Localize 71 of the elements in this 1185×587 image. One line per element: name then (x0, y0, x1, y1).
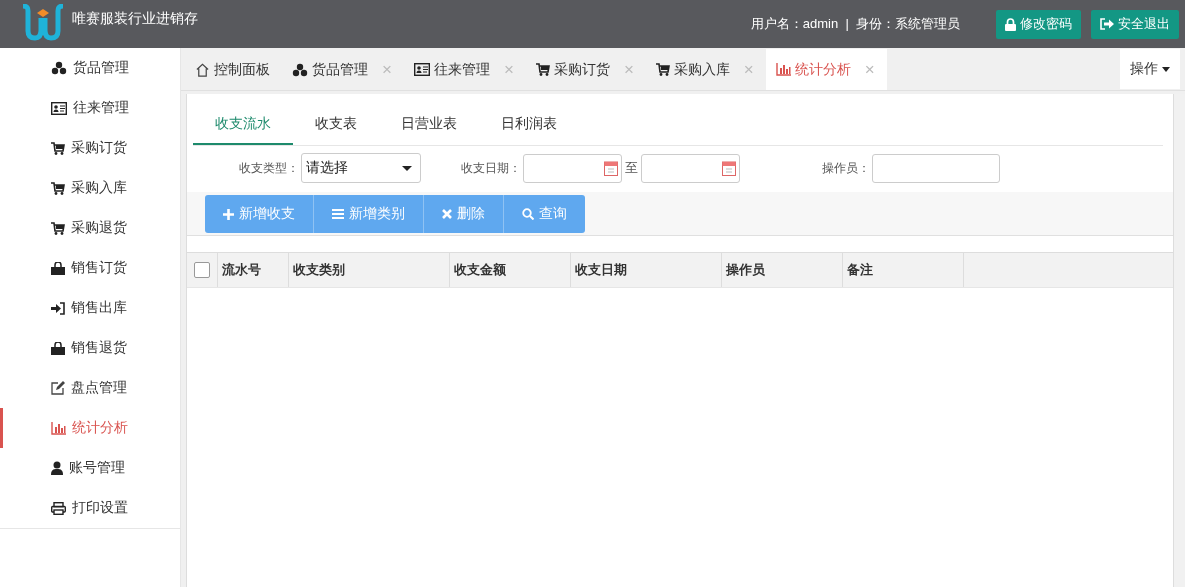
lock-icon (1005, 17, 1016, 31)
sub-tab[interactable]: 收支表 (293, 102, 379, 145)
sub-tab[interactable]: 收支流水 (193, 102, 293, 145)
sub-tab[interactable]: 日利润表 (479, 102, 579, 145)
sidebar-item[interactable]: 销售订货 (0, 248, 180, 288)
field-label: 收支类型： (239, 159, 299, 177)
range-separator: 至 (625, 159, 638, 177)
shopping-bag-icon (51, 341, 65, 355)
start-date-field[interactable] (523, 153, 622, 183)
id-card-icon (413, 63, 430, 76)
column-header: 操作员 (721, 253, 843, 287)
id-card-icon (51, 101, 67, 115)
sidebar-item[interactable]: 销售出库 (0, 288, 180, 328)
operator-field[interactable] (872, 153, 1000, 183)
bar-chart-icon (775, 63, 791, 76)
page-tab[interactable]: 往来管理 × (403, 49, 526, 90)
sidebar-item[interactable]: 销售退货 (0, 328, 180, 368)
cubes-icon (292, 62, 308, 77)
page-tab[interactable]: 采购入库 × (645, 49, 766, 90)
page-tab[interactable]: 货品管理 × (282, 49, 404, 90)
page-tab[interactable]: 控制面板 (185, 49, 282, 90)
user-info: 用户名：admin | 身份：系统管理员 (750, 15, 960, 33)
caret-icon (1162, 66, 1170, 72)
logout-button[interactable]: 安全退出 (1091, 9, 1179, 39)
scrollbar[interactable] (1173, 94, 1185, 587)
operations-menu-button[interactable]: 操作 (1120, 49, 1180, 89)
column-header: 收支日期 (570, 253, 722, 287)
page-tab[interactable]: 统计分析 × (765, 49, 887, 90)
delete-icon (442, 209, 452, 219)
field-label: 收支日期： (461, 159, 521, 177)
cubes-icon (51, 61, 67, 75)
sidebar-item[interactable]: 盘点管理 (0, 368, 180, 408)
page-tab[interactable]: 采购订货 × (525, 49, 646, 90)
type-dropdown[interactable]: 请选择 (301, 153, 421, 183)
column-header: 收支金额 (449, 253, 571, 287)
sign-in-icon (51, 301, 65, 315)
cart-icon (51, 181, 65, 195)
cart-icon (51, 221, 65, 235)
select-all-checkbox[interactable] (194, 262, 210, 278)
list-icon (332, 209, 344, 219)
edit-icon (51, 381, 65, 395)
home-icon (195, 62, 210, 77)
sidebar-item[interactable]: 采购入库 (0, 168, 180, 208)
column-header: 备注 (842, 253, 964, 287)
shopping-bag-icon (51, 261, 65, 275)
calendar-icon (604, 159, 618, 176)
sidebar-item[interactable]: 打印设置 (0, 488, 180, 528)
column-header: 流水号 (217, 253, 289, 287)
printer-icon (51, 501, 66, 515)
end-date-field[interactable] (641, 153, 740, 183)
sidebar-item[interactable]: 往来管理 (0, 88, 180, 128)
search-icon (522, 208, 534, 220)
sidebar-item[interactable]: 统计分析 (0, 408, 180, 448)
calendar-icon (722, 159, 736, 176)
sidebar-item[interactable]: 货品管理 (0, 48, 180, 88)
column-header: 收支类别 (288, 253, 450, 287)
change-password-button[interactable]: 修改密码 (996, 9, 1081, 39)
bar-chart-icon (51, 421, 66, 435)
cart-icon (51, 141, 65, 155)
sidebar-item[interactable]: 采购订货 (0, 128, 180, 168)
field-label: 操作员： (822, 159, 870, 177)
sidebar-item[interactable]: 采购退货 (0, 208, 180, 248)
cart-icon (655, 63, 670, 76)
sidebar-item[interactable]: 账号管理 (0, 448, 180, 488)
sign-out-icon (1100, 18, 1114, 30)
plus-icon (223, 208, 234, 220)
sub-tab[interactable]: 日营业表 (379, 102, 479, 145)
caret-icon (402, 165, 412, 171)
user-icon (51, 461, 63, 475)
app-title: 唯赛服装行业进销存 (72, 10, 198, 28)
cart-icon (535, 63, 550, 76)
